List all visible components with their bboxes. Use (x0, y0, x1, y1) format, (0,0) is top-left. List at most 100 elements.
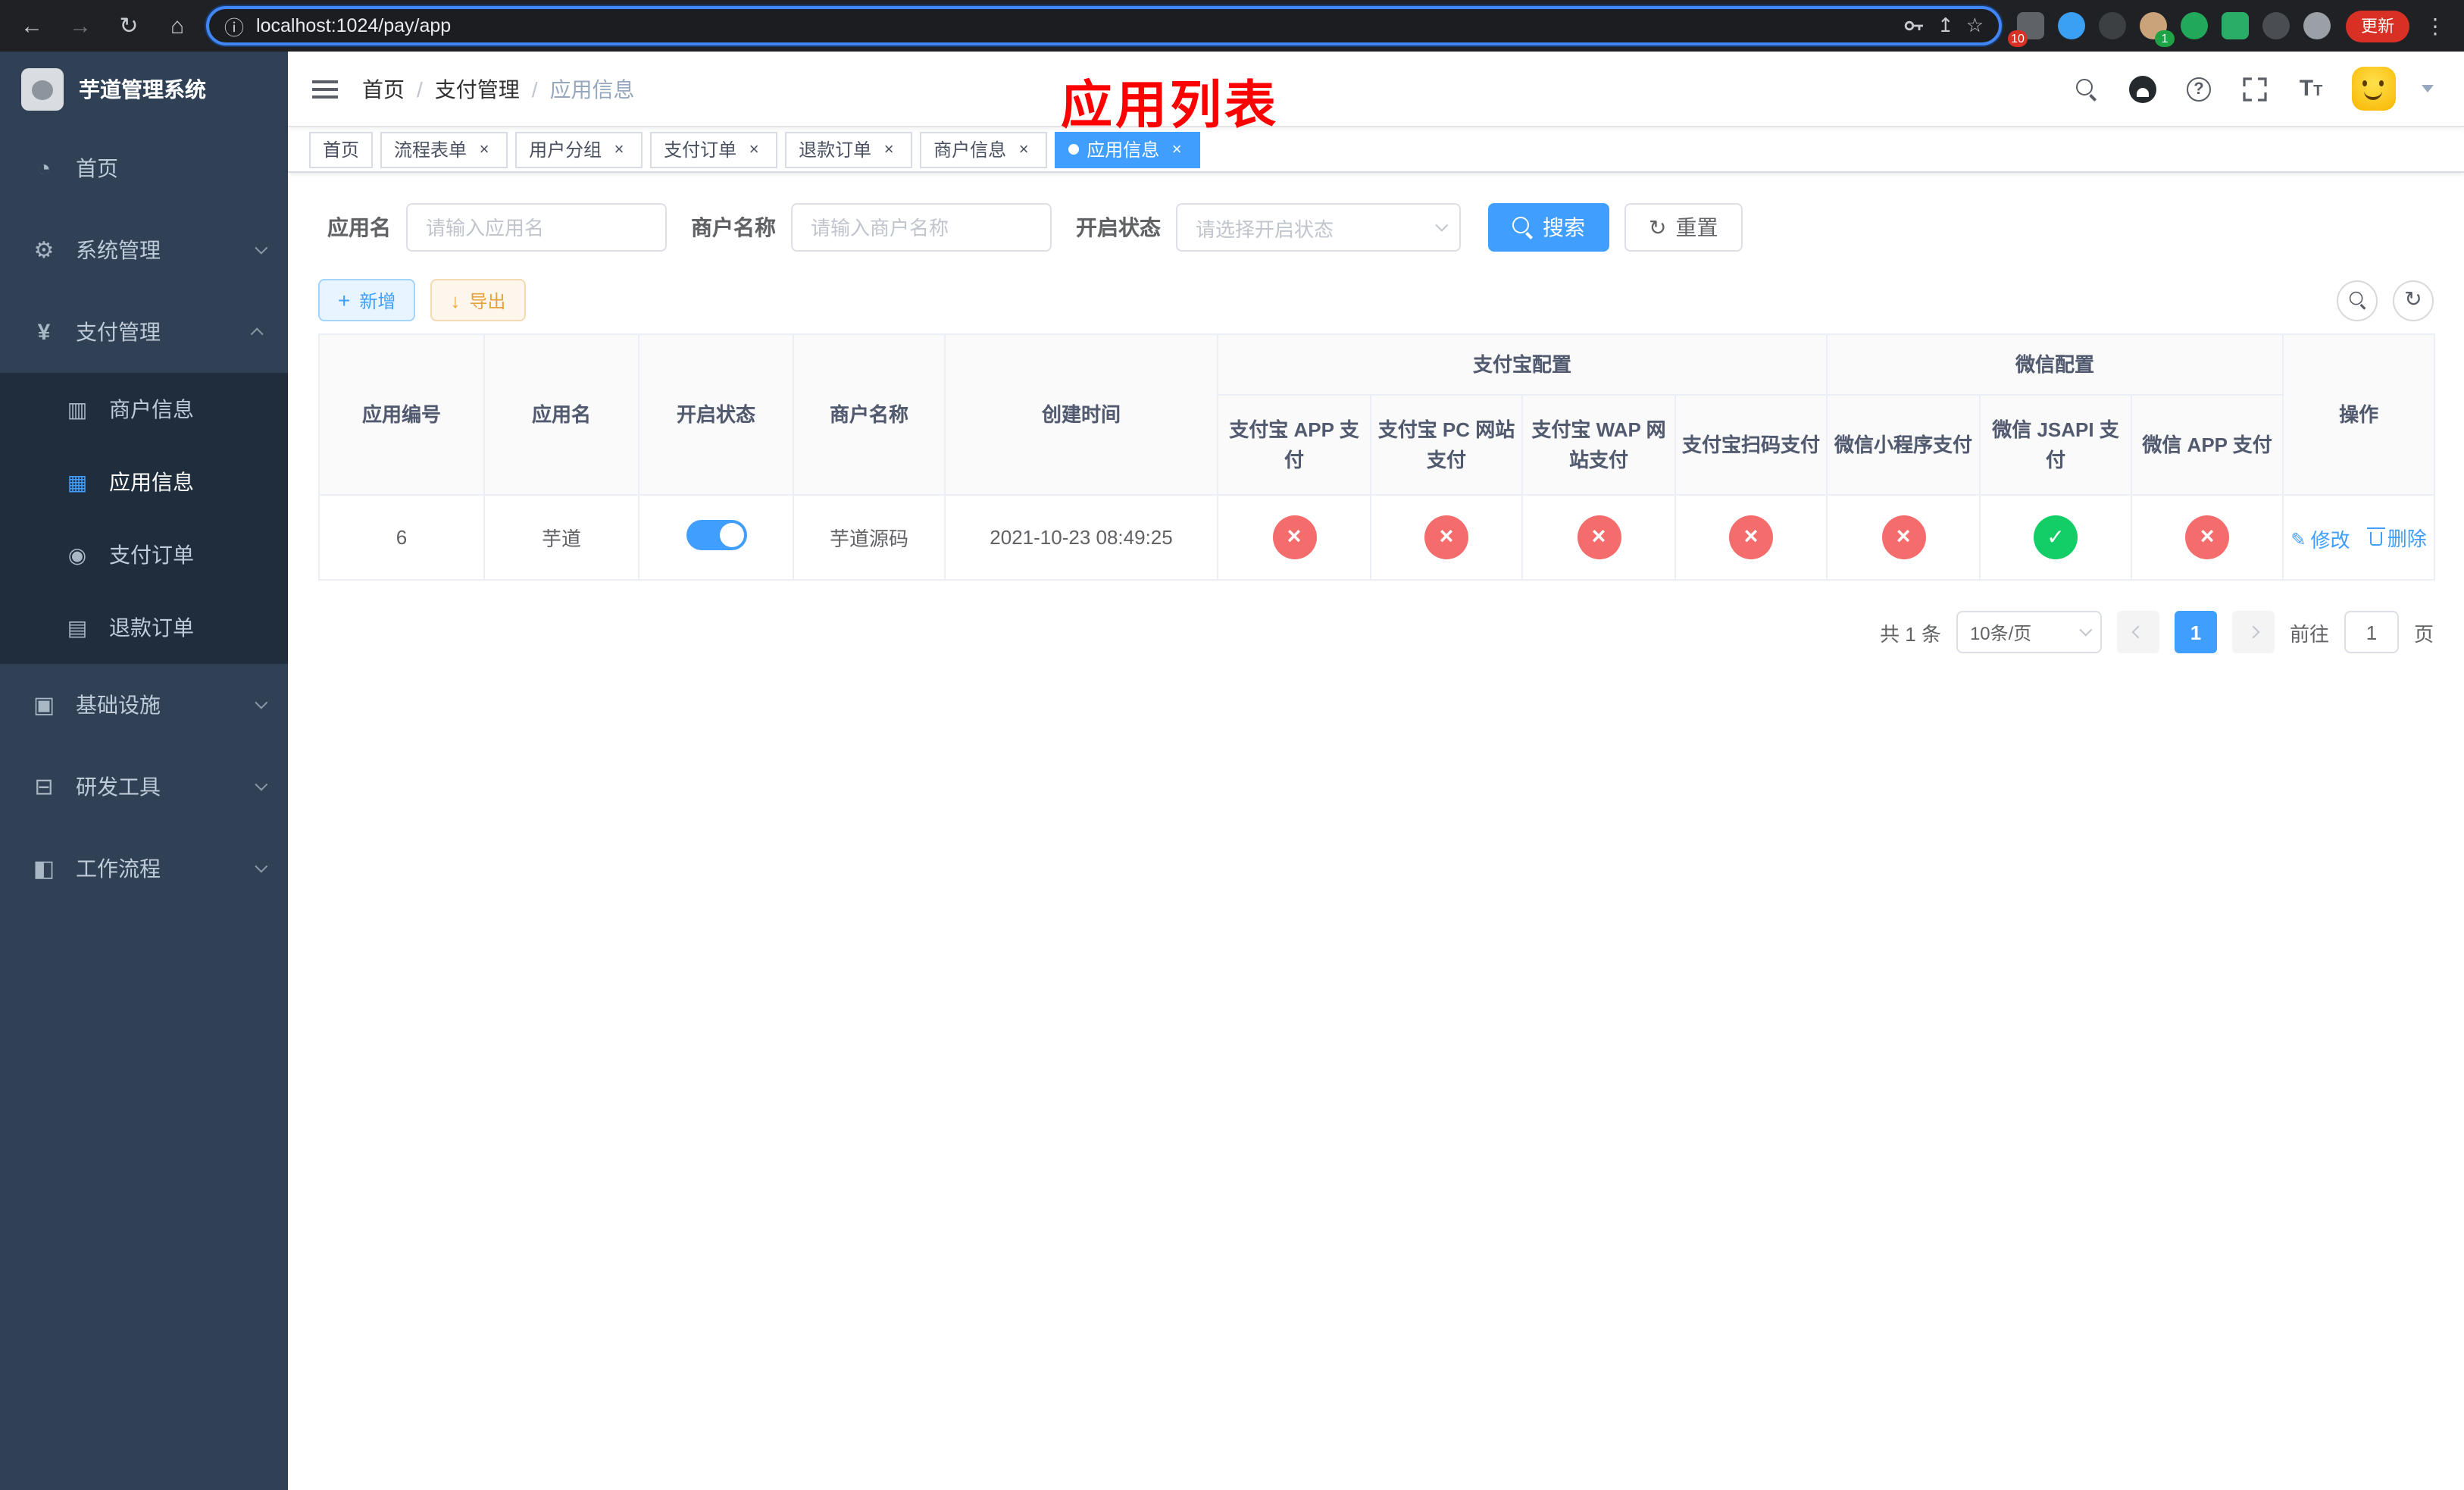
cell-app-id: 6 (318, 494, 485, 581)
delete-link-label: 删除 (2387, 527, 2427, 549)
tab-pay-orders[interactable]: 支付订单 (650, 131, 778, 167)
monitor-icon: ▣ (33, 693, 55, 718)
status-select[interactable]: 请选择开启状态 (1176, 203, 1461, 252)
sidebar-item-label: 应用信息 (109, 470, 194, 494)
hamburger-icon[interactable] (312, 74, 338, 104)
goto-page-input[interactable] (2344, 611, 2399, 653)
extension-badge: 10 (2008, 30, 2028, 47)
tab-close-icon[interactable] (609, 139, 629, 159)
extension-icon-green-circle[interactable] (2181, 12, 2208, 39)
tab-process-form[interactable]: 流程表单 (380, 131, 508, 167)
alipay-pc-status-icon (1424, 515, 1468, 559)
extension-icon-wechat[interactable] (2222, 12, 2249, 39)
user-avatar[interactable] (2352, 67, 2396, 111)
extension-icon-robot[interactable] (2303, 12, 2331, 39)
tab-label: 流程表单 (394, 139, 467, 161)
extension-icon-dark[interactable] (2099, 12, 2126, 39)
app-title: 芋道管理系统 (79, 77, 206, 102)
tab-home[interactable]: 首页 (309, 131, 374, 167)
page-size-select[interactable]: 10条/页 (1956, 611, 2102, 653)
next-page-button[interactable] (2231, 611, 2275, 653)
page-size-value: 10条/页 (1969, 622, 2032, 643)
sidebar-item-refund-orders[interactable]: ▤ 退款订单 (0, 591, 288, 664)
chrome-update-button[interactable]: 更新 (2346, 10, 2409, 42)
font-size-icon[interactable] (2296, 74, 2326, 104)
site-info-icon[interactable]: ⓘ (224, 11, 244, 40)
browser-menu-icon[interactable]: ⋮ (2419, 13, 2452, 39)
col-header-alipay-qr: 支付宝扫码支付 (1674, 394, 1828, 496)
sidebar-item-workflow[interactable]: ◧ 工作流程 (0, 828, 288, 909)
sidebar-item-payment[interactable]: ¥ 支付管理 (0, 291, 288, 373)
tab-refund-orders[interactable]: 退款订单 (785, 131, 913, 167)
tab-close-icon[interactable] (1167, 139, 1187, 159)
annotation-overlay: 应用列表 (1061, 77, 1279, 135)
chevron-down-icon (255, 778, 268, 791)
reset-button[interactable]: 重置 (1624, 203, 1743, 252)
cell-app-name: 芋道 (483, 494, 639, 581)
export-button[interactable]: 导出 (430, 279, 526, 321)
tab-close-icon[interactable] (744, 139, 764, 159)
sidebar-item-infra[interactable]: ▣ 基础设施 (0, 664, 288, 746)
sidebar-item-system[interactable]: ⚙ 系统管理 (0, 209, 288, 291)
table-row: 6 芋道 芋道源码 2021-10-23 08:49:25 × × × × × … (318, 494, 2436, 581)
extension-icon-pin[interactable] (2262, 12, 2290, 39)
tab-close-icon[interactable] (1014, 139, 1033, 159)
address-bar[interactable]: ⓘ localhost:1024/pay/app ↥ ☆ (206, 6, 2002, 45)
tab-close-icon[interactable] (879, 139, 899, 159)
add-button[interactable]: 新增 (318, 279, 416, 321)
search-button[interactable]: 搜索 (1488, 203, 1609, 252)
sidebar-item-merchant-info[interactable]: ▥ 商户信息 (0, 373, 288, 446)
breadcrumb-payment[interactable]: 支付管理 (435, 74, 520, 104)
app-name-input[interactable] (406, 203, 667, 252)
extensions-strip: 10 1 (2008, 12, 2337, 47)
breadcrumb-current: 应用信息 (549, 77, 635, 101)
merchant-name-input[interactable] (791, 203, 1052, 252)
top-navbar: 首页 / 支付管理 / 应用信息 (288, 52, 2464, 127)
avatar-caret-icon[interactable] (2422, 85, 2434, 92)
col-header-created: 创建时间 (944, 333, 1218, 496)
share-icon[interactable]: ↥ (1937, 14, 1954, 38)
record-icon: ◉ (67, 542, 87, 566)
tab-user-group[interactable]: 用户分组 (515, 131, 643, 167)
toolbox-icon: ⊟ (34, 775, 54, 800)
fullscreen-icon[interactable] (2240, 74, 2270, 104)
extension-icon-avatar[interactable]: 1 (2140, 12, 2175, 47)
status-label: 开启状态 (1076, 215, 1161, 239)
extension-icon-drop[interactable] (2058, 12, 2085, 39)
browser-back-icon[interactable]: ← (12, 6, 52, 45)
browser-reload-icon[interactable]: ↻ (109, 6, 149, 45)
tab-label: 支付订单 (664, 139, 737, 161)
edit-link[interactable]: 修改 (2290, 524, 2350, 552)
sidebar-item-pay-orders[interactable]: ◉ 支付订单 (0, 518, 288, 591)
status-toggle[interactable] (686, 520, 746, 550)
tab-label: 商户信息 (933, 139, 1007, 161)
toggle-search-icon[interactable] (2337, 280, 2378, 321)
help-icon[interactable] (2184, 74, 2214, 104)
github-icon[interactable] (2128, 74, 2158, 104)
refresh-icon (1649, 214, 1666, 240)
sidebar-item-dev-tools[interactable]: ⊟ 研发工具 (0, 746, 288, 828)
tab-close-icon[interactable] (474, 139, 494, 159)
password-key-icon[interactable] (1904, 15, 1925, 36)
extension-badge: 1 (2155, 30, 2175, 47)
browser-home-icon[interactable]: ⌂ (158, 6, 197, 45)
url-text[interactable]: localhost:1024/pay/app (256, 15, 1892, 36)
breadcrumb-home[interactable]: 首页 (362, 74, 405, 104)
dashboard-icon: ◔ (36, 155, 52, 181)
delete-link[interactable]: 删除 (2367, 522, 2427, 551)
search-icon[interactable] (2072, 74, 2102, 104)
sidebar-item-home[interactable]: ◔ 首页 (0, 127, 288, 209)
col-header-status: 开启状态 (638, 333, 794, 496)
active-tab-dot (1068, 144, 1080, 155)
page-number-active[interactable]: 1 (2174, 611, 2217, 653)
sidebar-item-label: 系统管理 (76, 238, 161, 262)
sidebar-item-app-info[interactable]: ▦ 应用信息 (0, 446, 288, 518)
extension-icon-grid[interactable]: 10 (2008, 12, 2044, 47)
refresh-table-icon[interactable] (2393, 280, 2434, 321)
export-button-label: 导出 (469, 290, 506, 311)
tab-merchant-info[interactable]: 商户信息 (920, 131, 1048, 167)
browser-forward-icon[interactable]: → (61, 6, 100, 45)
prev-page-button[interactable] (2116, 611, 2159, 653)
bookmark-star-icon[interactable]: ☆ (1966, 14, 1984, 38)
sidebar-logo-row[interactable]: 芋道管理系统 (0, 52, 288, 127)
